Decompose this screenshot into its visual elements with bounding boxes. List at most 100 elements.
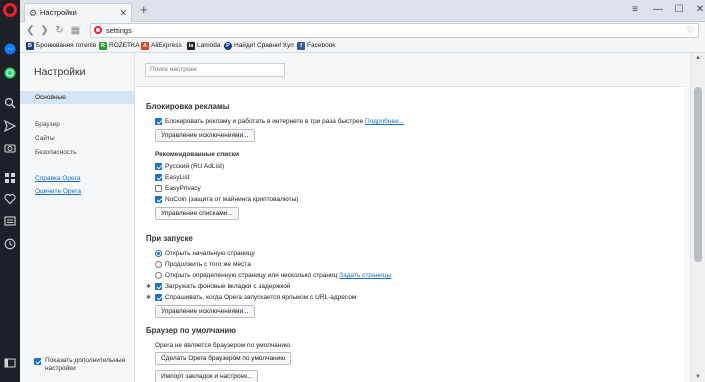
list-item[interactable]: Русский (RU AdList) (155, 163, 224, 171)
settings-panel: Блокировка рекламы Блокировать рекламу и… (135, 86, 684, 382)
price-compare-icon: P (224, 42, 232, 50)
sidebar-toggle-icon[interactable] (3, 356, 17, 370)
set-pages-link[interactable]: Задать страницы (339, 272, 391, 279)
startup-radio[interactable] (155, 261, 162, 268)
browser-window: ⚙ Настройки ✕ + ≡ — ☐ ✕ ❮ ❯ ↻ ▦ settings… (0, 0, 705, 382)
advanced-settings-checkbox[interactable] (34, 358, 41, 365)
tab-strip: ⚙ Настройки ✕ + ≡ — ☐ ✕ (20, 0, 705, 22)
bookmark-item[interactable]: R ROZETKA (99, 41, 140, 52)
list-item[interactable]: EasyPrivacy (155, 185, 201, 193)
advanced-settings-toggle[interactable]: Показать дополнительные настройки (34, 357, 134, 373)
bookmarks-bar: B Бронювання готелів R ROZETKA A AliExpr… (20, 39, 705, 53)
import-bookmarks-button[interactable]: Импорт закладок и настроек... (155, 370, 259, 382)
reload-icon[interactable]: ↻ (54, 24, 65, 37)
close-window-button[interactable]: ✕ (693, 2, 705, 18)
bookmark-item[interactable]: la Lamoda (187, 41, 221, 52)
sidebar-item-sites[interactable]: Сайты (20, 132, 135, 145)
list-checkbox[interactable] (155, 196, 162, 203)
recommended-lists-title: Рекомендованные списки (155, 151, 240, 158)
list-label: NoCoin (защита от майнинга криптовалюты) (165, 196, 299, 203)
booking-icon: B (26, 42, 34, 50)
scroll-up-icon[interactable]: ▲ (695, 55, 701, 61)
advanced-star-icon: ✱ (146, 295, 152, 301)
list-checkbox[interactable] (155, 163, 162, 170)
manage-lists-button[interactable]: Управление списками... (155, 207, 239, 220)
opera-menu-icon[interactable] (3, 3, 17, 17)
tab-settings[interactable]: ⚙ Настройки ✕ (24, 3, 132, 22)
startup-option-label: Открыть начальную страницу (165, 250, 255, 257)
tab-close-icon[interactable]: ✕ (119, 4, 127, 22)
maximize-button[interactable]: ☐ (672, 2, 686, 18)
bookmark-label: Бронювання готелів (36, 42, 97, 49)
scroll-thumb[interactable] (694, 87, 702, 262)
list-item[interactable]: NoCoin (защита от майнинга криптовалюты) (155, 196, 298, 204)
startup-radio[interactable] (155, 250, 162, 257)
advanced-star-icon: ✱ (146, 284, 152, 290)
bookmark-item[interactable]: P Найди! Сравни! Куп (224, 41, 294, 52)
startup-radio[interactable] (155, 272, 162, 279)
settings-main: Поиск настроек Блокировка рекламы Блокир… (135, 53, 690, 382)
startup-check[interactable]: Спрашивать, когда Opera запускается ярлы… (155, 294, 356, 302)
scrollbar[interactable]: ▲ ▼ (690, 53, 705, 382)
rate-opera-link[interactable]: Оцените Opera (20, 185, 135, 198)
bookmark-item[interactable]: f Facebook (297, 41, 336, 52)
send-icon[interactable] (3, 119, 17, 133)
adblock-more-link[interactable]: Подробнее... (365, 118, 404, 125)
address-row: ❮ ❯ ↻ ▦ settings ♡ (20, 22, 705, 39)
startup-option[interactable]: Открыть начальную страницу (155, 250, 255, 258)
list-checkbox[interactable] (155, 174, 162, 181)
heart-icon[interactable] (3, 192, 17, 206)
speed-dial-icon[interactable] (3, 171, 17, 185)
new-tab-button[interactable]: + (140, 2, 148, 18)
settings-title: Настройки (34, 66, 86, 78)
advanced-settings-label: Показать дополнительные настройки (45, 357, 126, 372)
back-icon[interactable]: ❮ (25, 24, 36, 37)
rozetka-icon: R (99, 42, 107, 50)
section-adblock-title: Блокировка рекламы (146, 102, 230, 111)
startup-checkbox[interactable] (155, 294, 162, 301)
opera-logo-icon (94, 26, 102, 34)
startup-option[interactable]: Открыть определенную страницу или нескол… (155, 272, 391, 280)
startup-check-label: Загружать фоновые вкладки с задержкой (165, 283, 291, 290)
settings-sidebar: Настройки Основные Браузер Сайты Безопас… (20, 53, 135, 382)
settings-search-input[interactable]: Поиск настроек (145, 63, 285, 77)
sidebar-item-security[interactable]: Безопасность (20, 146, 135, 159)
sidebar-item-browser[interactable]: Браузер (20, 118, 135, 131)
tab-menu-icon[interactable]: ≡ (628, 2, 642, 18)
list-item[interactable]: EasyList (155, 174, 190, 182)
bookmark-item[interactable]: A AliExpress (141, 41, 182, 52)
adblock-enable-row[interactable]: Блокировать рекламу и работать в интерне… (155, 118, 404, 126)
history-icon[interactable] (3, 237, 17, 251)
tabs-grid-icon[interactable]: ▦ (70, 24, 81, 37)
bookmark-label: AliExpress (151, 42, 182, 49)
list-label: Русский (RU AdList) (165, 163, 225, 170)
startup-option-label: Продолжить с того же места (165, 261, 251, 268)
startup-exceptions-button[interactable]: Управление исключениями... (155, 305, 255, 318)
list-label: EasyPrivacy (165, 185, 201, 192)
help-link[interactable]: Справка Opera (20, 172, 135, 185)
startup-option-label: Открыть определенную страницу или нескол… (165, 272, 338, 279)
forward-icon[interactable]: ❯ (39, 24, 50, 37)
search-icon[interactable] (3, 96, 17, 110)
adblock-enable-checkbox[interactable] (155, 118, 162, 125)
bookmark-heart-icon[interactable]: ♡ (687, 24, 695, 37)
bookmark-item[interactable]: B Бронювання готелів (26, 41, 96, 52)
minimize-button[interactable]: — (651, 2, 665, 18)
scroll-down-icon[interactable]: ▼ (695, 374, 701, 380)
default-browser-status: Opera не является браузером по умолчанию… (155, 342, 292, 349)
whatsapp-icon[interactable] (3, 66, 17, 80)
messenger-icon[interactable] (3, 42, 17, 56)
list-label: EasyList (165, 174, 190, 181)
adblock-exceptions-button[interactable]: Управление исключениями... (155, 129, 255, 142)
section-startup-title: При запуске (146, 234, 193, 243)
startup-check[interactable]: Загружать фоновые вкладки с задержкой (155, 283, 291, 291)
make-default-button[interactable]: Сделать Opera браузером по умолчанию (155, 352, 292, 365)
startup-option[interactable]: Продолжить с того же места (155, 261, 251, 269)
startup-checkbox[interactable] (155, 283, 162, 290)
sidebar-item-basic[interactable]: Основные (20, 91, 135, 104)
address-bar[interactable]: settings ♡ (90, 23, 699, 38)
list-checkbox[interactable] (155, 185, 162, 192)
bookmark-label: Найди! Сравни! Куп (234, 42, 294, 49)
camera-icon[interactable] (3, 141, 17, 155)
news-icon[interactable] (3, 214, 17, 228)
